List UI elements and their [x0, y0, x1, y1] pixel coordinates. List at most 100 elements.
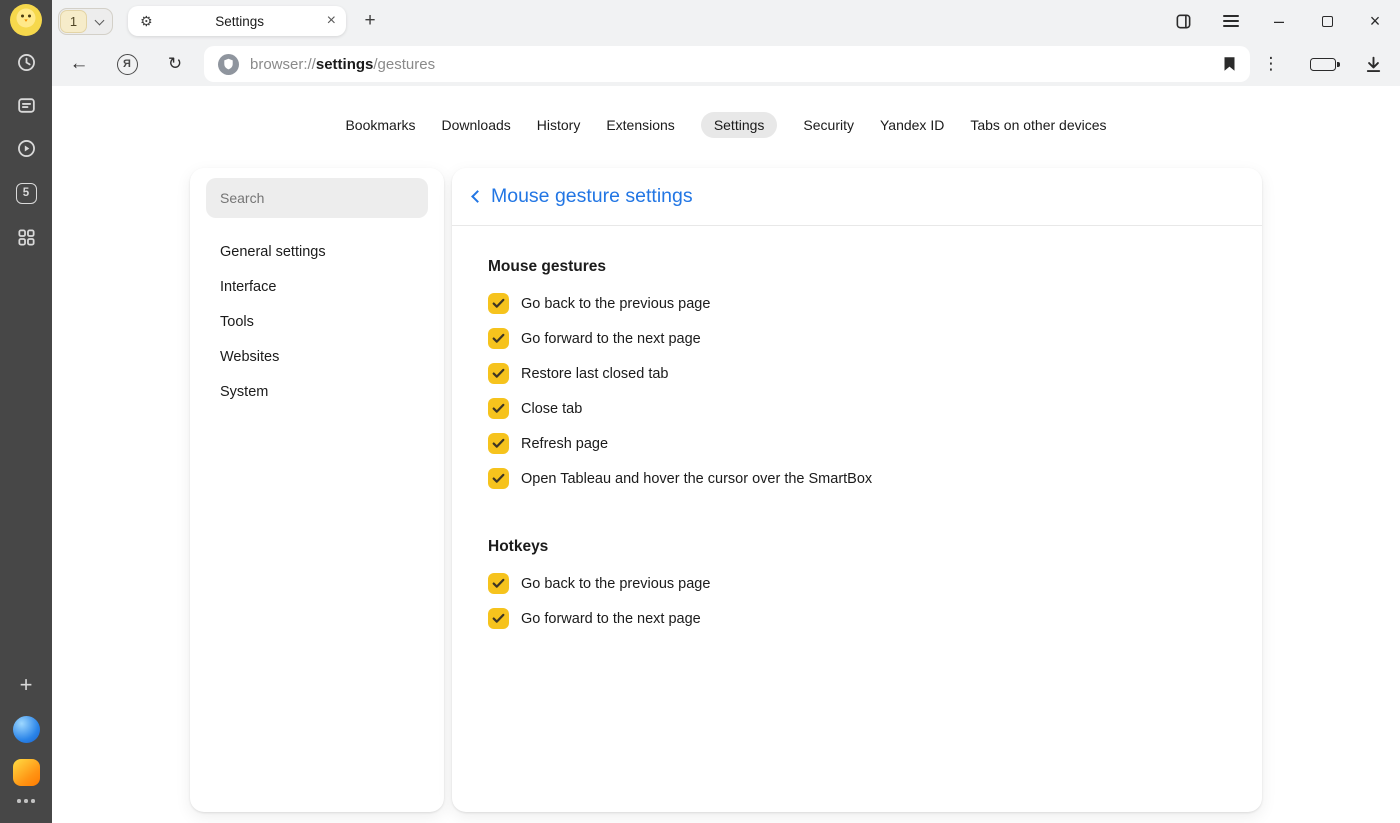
gear-icon: ⚙: [140, 14, 153, 28]
nav-tabs-other-devices[interactable]: Tabs on other devices: [970, 112, 1106, 138]
checkmark-icon: [492, 438, 505, 449]
nav-downloads[interactable]: Downloads: [442, 112, 511, 138]
option-row[interactable]: Restore last closed tab: [488, 356, 1226, 391]
settings-sidebar-card: General settings Interface Tools Website…: [190, 168, 444, 812]
side-panel-icon: [1175, 13, 1192, 30]
address-bar[interactable]: browser://settings/gestures: [204, 46, 1250, 82]
option-row[interactable]: Go back to the previous page: [488, 286, 1226, 321]
play-circle-icon: [16, 138, 37, 159]
panel-back-header[interactable]: Mouse gesture settings: [452, 168, 1262, 226]
media-button[interactable]: [0, 134, 52, 162]
checkmark-icon: [492, 368, 505, 379]
checkmark-icon: [492, 333, 505, 344]
protect-badge[interactable]: [218, 54, 239, 75]
toolbar-more-button[interactable]: ⋮: [1259, 52, 1283, 76]
clock-icon: [16, 52, 37, 73]
option-row[interactable]: Go forward to the next page: [488, 321, 1226, 356]
nav-security[interactable]: Security: [803, 112, 854, 138]
maximize-icon: [1322, 16, 1333, 27]
checkbox-checked[interactable]: [488, 573, 509, 594]
tab-count-button[interactable]: 5: [0, 179, 52, 207]
checkbox-checked[interactable]: [488, 468, 509, 489]
tab-group-dropdown[interactable]: [87, 10, 111, 33]
page-title: Mouse gesture settings: [491, 185, 693, 208]
sidebar-item-websites[interactable]: Websites: [206, 339, 428, 374]
checkmark-icon: [492, 578, 505, 589]
apps-button[interactable]: [0, 223, 52, 251]
tab-group-control[interactable]: 1: [58, 8, 113, 35]
rail-add-button[interactable]: +: [0, 671, 52, 699]
refresh-button[interactable]: ↻: [163, 52, 187, 76]
option-label: Go forward to the next page: [521, 331, 701, 347]
mail-app-button[interactable]: [0, 758, 52, 786]
section-heading: Hotkeys: [488, 538, 1226, 556]
yandex-letter-icon: Я: [117, 54, 138, 75]
new-tab-button[interactable]: +: [358, 9, 382, 33]
bookmark-button[interactable]: [1223, 56, 1236, 72]
settings-page: Bookmarks Downloads History Extensions S…: [52, 86, 1400, 823]
nav-settings[interactable]: Settings: [701, 112, 778, 138]
url-text: browser://settings/gestures: [250, 56, 435, 73]
sidebar-item-general-settings[interactable]: General settings: [206, 234, 428, 269]
checkmark-icon: [492, 473, 505, 484]
maximize-button[interactable]: [1318, 12, 1336, 30]
downloads-button[interactable]: [1361, 52, 1385, 76]
apps-grid-icon: [16, 227, 37, 248]
option-row[interactable]: Go back to the previous page: [488, 566, 1226, 601]
url-highlight: settings: [316, 56, 374, 73]
back-button[interactable]: ←: [67, 52, 91, 76]
nav-extensions[interactable]: Extensions: [606, 112, 674, 138]
nav-bookmarks[interactable]: Bookmarks: [345, 112, 415, 138]
checkmark-icon: [492, 298, 505, 309]
yandex-search-button[interactable]: Я: [115, 52, 139, 76]
option-label: Go back to the previous page: [521, 576, 710, 592]
side-panel-button[interactable]: [1174, 12, 1192, 30]
profile-avatar[interactable]: [0, 3, 52, 37]
tab-settings[interactable]: ⚙ Settings ×: [128, 6, 346, 36]
rail-more-button[interactable]: [0, 793, 52, 809]
option-label: Close tab: [521, 401, 582, 417]
checkbox-checked[interactable]: [488, 328, 509, 349]
menu-button[interactable]: [1222, 12, 1240, 30]
navigation-toolbar: ← Я ↻ browser://settings/gestures ⋮: [52, 42, 1400, 86]
download-icon: [1364, 55, 1383, 74]
gesture-settings-card: Mouse gesture settings Mouse gestures Go…: [452, 168, 1262, 812]
collections-button[interactable]: [0, 91, 52, 119]
option-row[interactable]: Close tab: [488, 391, 1226, 426]
option-row[interactable]: Go forward to the next page: [488, 601, 1226, 636]
collections-icon: [16, 95, 37, 116]
browser-chrome: 1 ⚙ Settings × + – ×: [52, 0, 1400, 86]
checkbox-checked[interactable]: [488, 293, 509, 314]
nav-yandex-id[interactable]: Yandex ID: [880, 112, 944, 138]
history-button[interactable]: [0, 48, 52, 76]
more-horizontal-icon: [17, 799, 35, 803]
sidebar-item-system[interactable]: System: [206, 374, 428, 409]
checkmark-icon: [492, 613, 505, 624]
option-row[interactable]: Open Tableau and hover the cursor over t…: [488, 461, 1226, 496]
tab-group-chip[interactable]: 1: [60, 10, 87, 33]
option-label: Go back to the previous page: [521, 296, 710, 312]
checkbox-checked[interactable]: [488, 363, 509, 384]
tab-strip: 1 ⚙ Settings × + – ×: [52, 0, 1400, 42]
checkbox-checked[interactable]: [488, 398, 509, 419]
nav-history[interactable]: History: [537, 112, 581, 138]
section-mouse-gestures: Mouse gestures Go back to the previous p…: [488, 258, 1226, 496]
tab-close-button[interactable]: ×: [327, 13, 336, 29]
sidebar-item-interface[interactable]: Interface: [206, 269, 428, 304]
tab-title: Settings: [153, 14, 327, 29]
checkbox-checked[interactable]: [488, 433, 509, 454]
sidebar-item-tools[interactable]: Tools: [206, 304, 428, 339]
browser-app-button[interactable]: [0, 715, 52, 743]
url-prefix: browser://: [250, 56, 316, 73]
minimize-button[interactable]: –: [1270, 12, 1288, 30]
battery-indicator[interactable]: [1310, 58, 1336, 71]
close-window-button[interactable]: ×: [1366, 12, 1384, 30]
mail-app-icon: [13, 759, 40, 786]
chevron-down-icon: [94, 15, 104, 25]
option-row[interactable]: Refresh page: [488, 426, 1226, 461]
settings-menu: General settings Interface Tools Website…: [206, 234, 428, 409]
search-input[interactable]: [206, 178, 428, 218]
url-suffix: /gestures: [373, 56, 435, 73]
option-label: Go forward to the next page: [521, 611, 701, 627]
checkbox-checked[interactable]: [488, 608, 509, 629]
